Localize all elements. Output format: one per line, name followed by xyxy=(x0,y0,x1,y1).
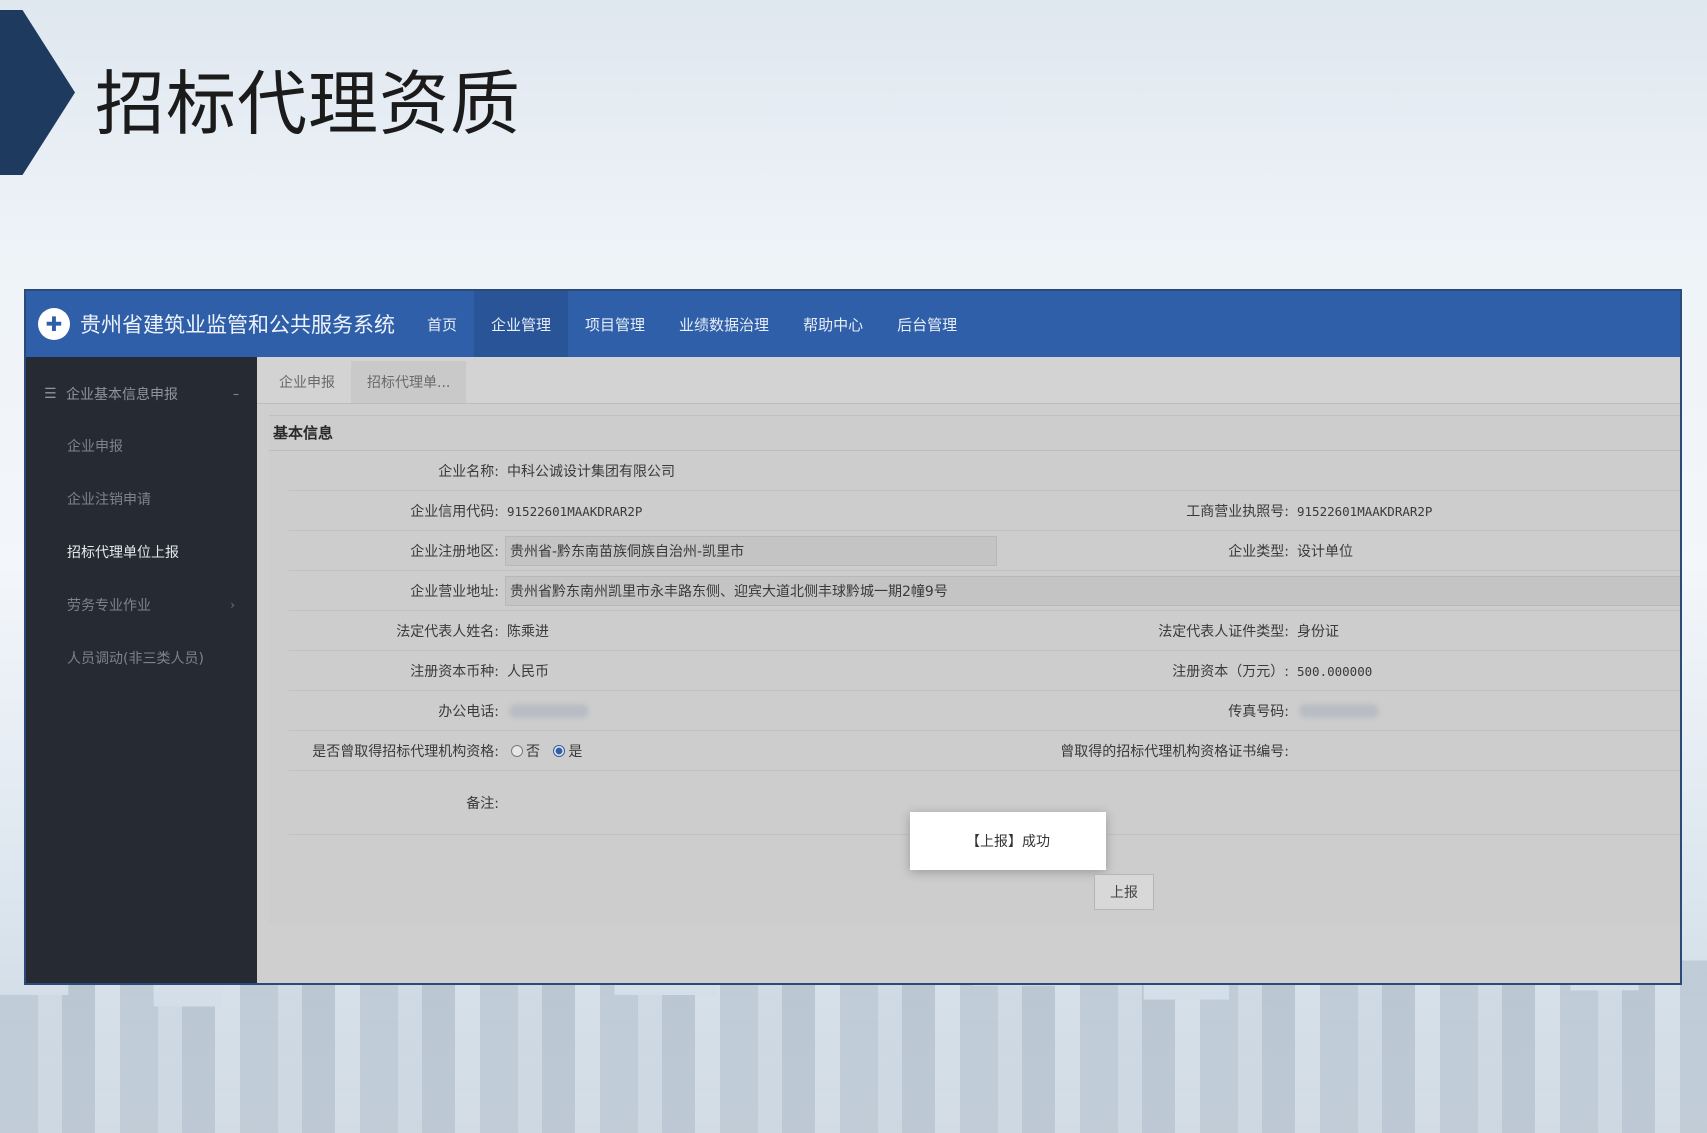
remark-label: 备注: xyxy=(466,796,499,812)
sidebar-item-cancel-application[interactable]: 企业注销申请 xyxy=(26,472,257,525)
capital-value: 500.000000 xyxy=(1297,663,1373,679)
license-no-label: 工商营业执照号: xyxy=(1186,504,1289,520)
content-area: 企业申报 招标代理单... 基本信息 企业名称: 中科公诚设计集团有限公司 企业… xyxy=(257,357,1680,983)
company-type-label: 企业类型: xyxy=(1228,544,1289,560)
currency-value: 人民币 xyxy=(507,664,549,680)
credit-code-value: 91522601MAAKDRAR2P xyxy=(507,503,643,519)
qualified-label: 是否曾取得招标代理机构资格: xyxy=(312,744,499,760)
section-title: 基本信息 xyxy=(269,416,1680,451)
sidebar-item-personnel-transfer[interactable]: 人员调动(非三类人员) xyxy=(26,631,257,684)
qualified-radio-group: 否 是 xyxy=(511,741,582,761)
legal-rep-label: 法定代表人姓名: xyxy=(396,624,499,640)
address-input[interactable]: 贵州省黔东南州凯里市永丰路东侧、迎宾大道北侧丰球黔城一期2幢9号 xyxy=(505,576,1680,606)
main-nav: 首页 企业管理 项目管理 业绩数据治理 帮助中心 后台管理 xyxy=(410,291,974,357)
fax-label: 传真号码: xyxy=(1228,704,1289,720)
sidebar-group-label: 企业基本信息申报 xyxy=(66,387,178,403)
sidebar-item-label: 劳务专业作业 xyxy=(67,597,151,614)
nav-performance-data[interactable]: 业绩数据治理 xyxy=(662,291,786,357)
form-row-phone: 办公电话: 传真号码: xyxy=(289,692,1680,731)
slide-title: 招标代理资质 xyxy=(95,63,521,145)
credit-code-label: 企业信用代码: xyxy=(410,504,499,520)
radio-yes[interactable] xyxy=(553,745,566,757)
id-type-value: 身份证 xyxy=(1297,624,1339,640)
license-no-value: 91522601MAAKDRAR2P xyxy=(1297,503,1433,519)
tab-enterprise-declare[interactable]: 企业申报 xyxy=(263,361,351,403)
radio-no[interactable] xyxy=(511,745,523,757)
sidebar-item-bidding-agency-report[interactable]: 招标代理单位上报 xyxy=(26,525,257,578)
tab-bar: 企业申报 招标代理单... xyxy=(257,357,1680,404)
company-name-value: 中科公诚设计集团有限公司 xyxy=(507,464,675,480)
corner-arrow-decoration xyxy=(0,10,75,175)
sidebar-group-basic-info[interactable]: ☰ 企业基本信息申报 – xyxy=(26,369,257,419)
nav-home[interactable]: 首页 xyxy=(410,291,474,357)
nav-backend-management[interactable]: 后台管理 xyxy=(880,291,974,357)
phone-label: 办公电话: xyxy=(438,704,499,720)
radio-no-label: 否 xyxy=(526,744,540,760)
menu-icon: ☰ xyxy=(44,386,57,402)
top-navigation-bar: ✚ 贵州省建筑业监管和公共服务系统 首页 企业管理 项目管理 业绩数据治理 帮助… xyxy=(26,291,1680,357)
form-row-currency: 注册资本币种: 人民币 注册资本（万元）: 500.000000 xyxy=(289,652,1680,691)
sidebar: ☰ 企业基本信息申报 – 企业申报 企业注销申请 招标代理单位上报 劳务专业作业… xyxy=(26,357,257,983)
address-label: 企业营业地址: xyxy=(410,584,499,600)
collapse-icon: – xyxy=(233,387,239,401)
chevron-right-icon: › xyxy=(230,597,235,612)
nav-enterprise-management[interactable]: 企业管理 xyxy=(474,291,569,357)
sidebar-item-labor-work[interactable]: 劳务专业作业 › xyxy=(26,578,257,631)
reg-region-select[interactable]: 贵州省-黔东南苗族侗族自治州-凯里市 xyxy=(505,536,997,566)
reg-region-label: 企业注册地区: xyxy=(410,544,499,560)
radio-yes-label: 是 xyxy=(568,744,583,760)
nav-project-management[interactable]: 项目管理 xyxy=(568,291,662,357)
currency-label: 注册资本币种: xyxy=(410,664,499,680)
form-row-legal-rep: 法定代表人姓名: 陈乘进 法定代表人证件类型: 身份证 xyxy=(289,612,1680,651)
nav-help-center[interactable]: 帮助中心 xyxy=(786,291,880,357)
legal-rep-value: 陈乘进 xyxy=(507,624,549,640)
company-name-label: 企业名称: xyxy=(438,464,499,480)
system-logo-icon: ✚ xyxy=(38,308,70,340)
form-row-reg-region: 企业注册地区: 贵州省-黔东南苗族侗族自治州-凯里市 企业类型: 设计单位 xyxy=(289,532,1680,571)
capital-label: 注册资本（万元）: xyxy=(1172,664,1289,680)
company-type-value: 设计单位 xyxy=(1297,544,1353,560)
submit-button[interactable]: 上报 xyxy=(1094,874,1154,910)
id-type-label: 法定代表人证件类型: xyxy=(1158,624,1289,640)
system-name: 贵州省建筑业监管和公共服务系统 xyxy=(80,313,395,337)
success-toast: 【上报】成功 xyxy=(910,812,1106,870)
form-row-credit-code: 企业信用代码: 91522601MAAKDRAR2P 工商营业执照号: 9152… xyxy=(289,492,1680,531)
fax-value-blurred xyxy=(1299,704,1379,718)
form-row-address: 企业营业地址: 贵州省黔东南州凯里市永丰路东侧、迎宾大道北侧丰球黔城一期2幢9号 xyxy=(289,572,1680,611)
cert-no-label: 曾取得的招标代理机构资格证书编号: xyxy=(1060,744,1289,760)
tab-bidding-agency[interactable]: 招标代理单... xyxy=(351,361,467,403)
form-row-qualification: 是否曾取得招标代理机构资格: 否 是 曾取得的招标代理机构资格证书编号: xyxy=(289,732,1680,771)
app-screenshot: ✚ 贵州省建筑业监管和公共服务系统 首页 企业管理 项目管理 业绩数据治理 帮助… xyxy=(24,289,1682,985)
phone-value-blurred xyxy=(509,704,589,718)
form-row-company-name: 企业名称: 中科公诚设计集团有限公司 xyxy=(289,452,1680,491)
sidebar-item-enterprise-declare[interactable]: 企业申报 xyxy=(26,419,257,472)
